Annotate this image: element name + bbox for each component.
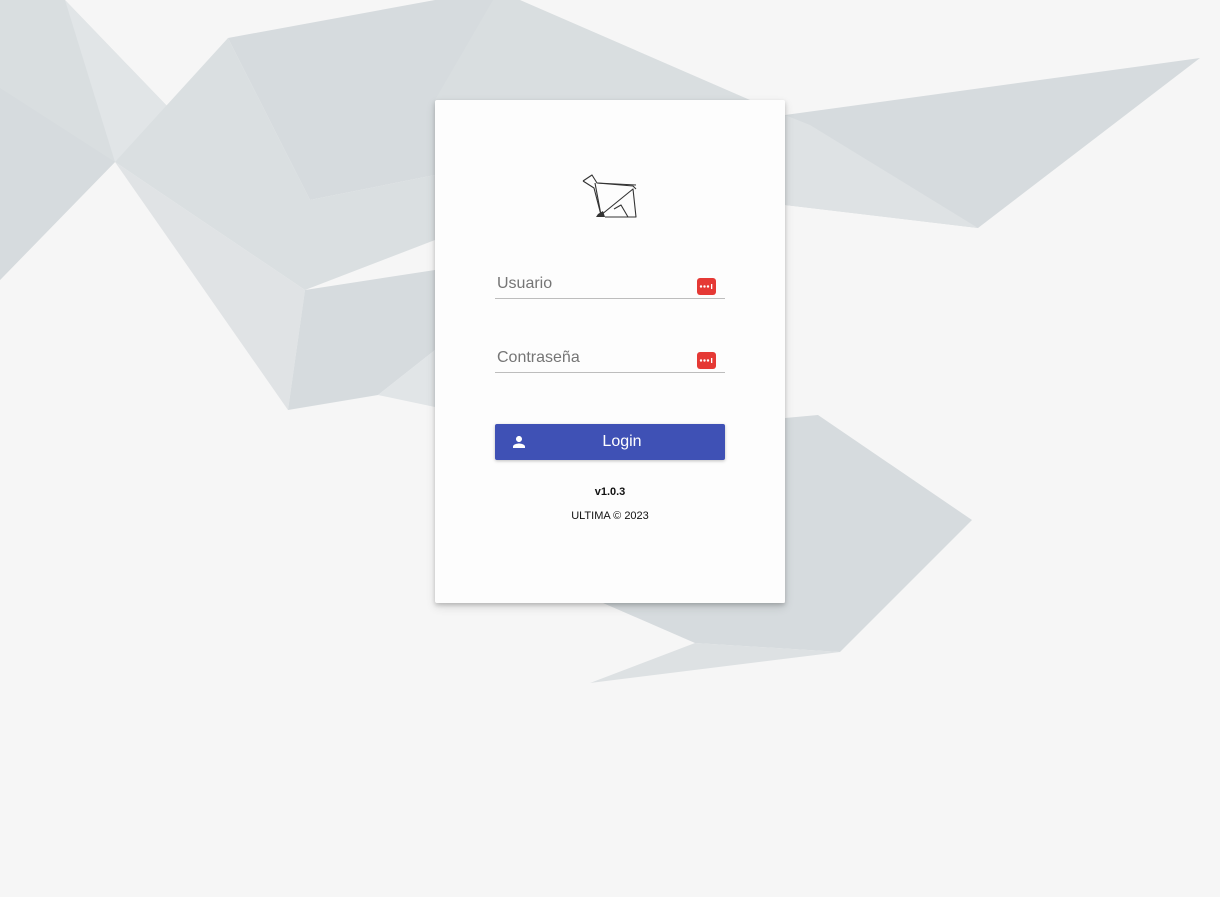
copyright-text: ULTIMA © 2023 <box>571 510 649 522</box>
dots-icon <box>699 358 713 363</box>
dots-icon <box>699 284 713 289</box>
origami-bird-logo <box>582 174 637 218</box>
version-label: v1.0.3 <box>594 486 626 498</box>
username-field <box>495 272 725 299</box>
login-card: Login v1.0.3 ULTIMA © 2023 <box>435 100 785 603</box>
password-manager-icon[interactable] <box>697 278 716 295</box>
password-field <box>495 346 725 373</box>
login-button[interactable]: Login <box>495 424 725 460</box>
username-input[interactable] <box>495 272 695 296</box>
password-input[interactable] <box>495 346 695 370</box>
password-manager-icon[interactable] <box>697 352 716 369</box>
login-button-label: Login <box>602 433 642 450</box>
